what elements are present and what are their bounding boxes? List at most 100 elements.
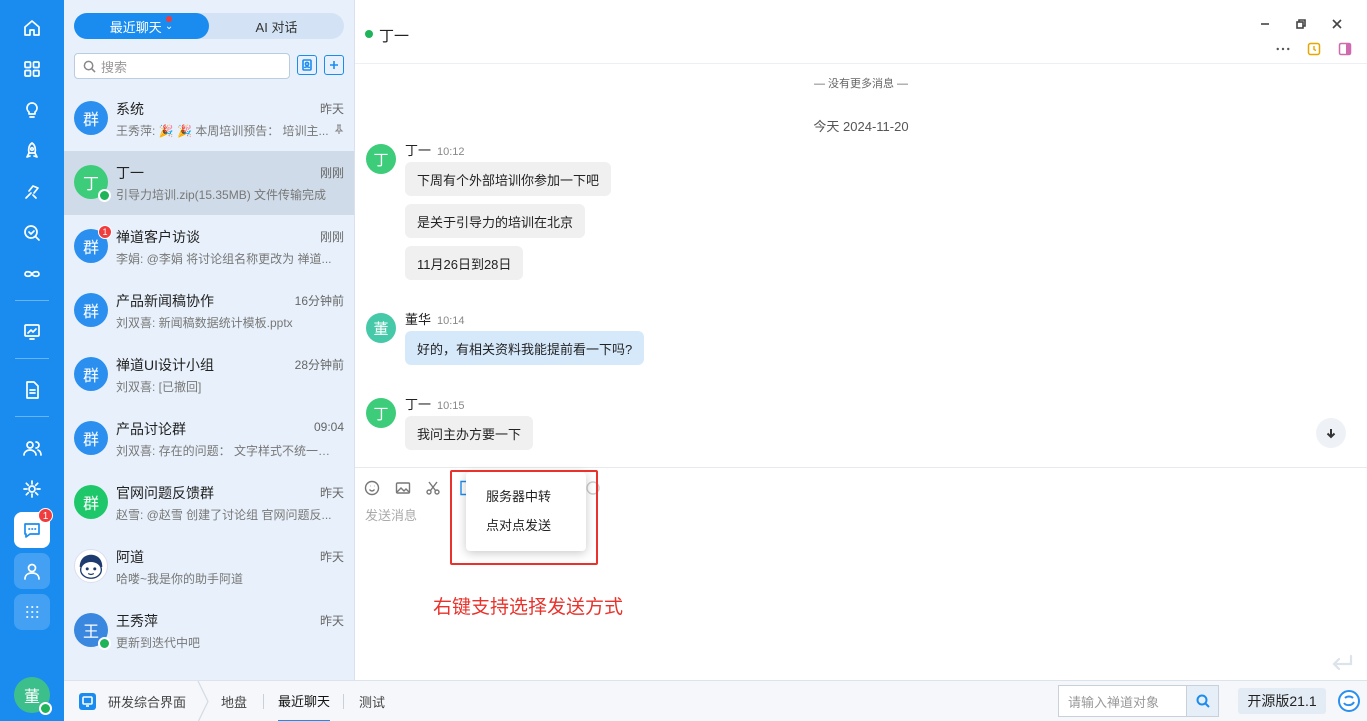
conversation-header: 丁一 (355, 0, 1367, 64)
image-icon[interactable] (394, 479, 412, 497)
more-apps-icon[interactable] (14, 594, 50, 630)
tab-ai-chat[interactable]: AI 对话 (209, 13, 344, 39)
rail-divider (15, 300, 49, 301)
app-window: 1 董 最近聊天 ⌄ AI 对话 搜索 群系统 昨天 王秀萍: 🎉 🎉 本周培训预告：… (0, 0, 1367, 721)
nav-rail: 1 董 (0, 0, 64, 721)
chat-time: 刚刚 (319, 230, 344, 244)
sidebar-toggle-icon[interactable] (1336, 40, 1354, 58)
annotation-caption: 右键支持选择发送方式 (433, 597, 624, 618)
rail-divider (15, 416, 49, 417)
message-avatar[interactable]: 丁 (366, 144, 396, 174)
message-area: — 没有更多消息 — 今天 2024-11-20 丁丁一 10:12 下周有个外部培… (355, 64, 1367, 467)
online-status-icon (39, 702, 52, 715)
contact-book-button[interactable] (297, 55, 317, 75)
chat-avatar: 群 (74, 101, 108, 135)
settings-gear-icon[interactable] (14, 471, 50, 507)
message-bubble[interactable]: 我问主办方要一下 (405, 416, 534, 450)
chat-search-input[interactable]: 搜索 (74, 53, 290, 79)
chat-list-item[interactable]: 群产品新闻稿协作 16分钟前 刘双喜: 新闻稿数据统计模板.pptx (64, 279, 354, 343)
chat-name: 官网问题反馈群 (116, 485, 214, 501)
chevron-down-icon: ⌄ (164, 20, 174, 32)
rail-divider (15, 358, 49, 359)
send-enter-icon[interactable] (1331, 654, 1353, 672)
pin-icon (334, 124, 344, 134)
bottom-status-bar: 研发综合界面 地盘 最近聊天 测试 请输入禅道对象 开源版21.1 (64, 680, 1367, 721)
tab-recent-chats[interactable]: 最近聊天 ⌄ (74, 13, 209, 39)
chat-preview: 刘双喜: 新闻稿数据统计模板.pptx (116, 316, 293, 330)
reminder-bell-icon[interactable] (1305, 40, 1323, 58)
date-divider: 今天 2024-11-20 (813, 119, 909, 134)
apps-grid-icon[interactable] (14, 51, 50, 87)
lightbulb-icon[interactable] (14, 92, 50, 128)
minimize-icon[interactable] (1256, 15, 1274, 33)
tab-dashboard[interactable]: 地盘 (221, 681, 247, 721)
tab-test[interactable]: 测试 (359, 681, 385, 721)
message-time: 10:14 (437, 315, 465, 327)
message-avatar[interactable]: 董 (366, 313, 396, 343)
more-options-icon[interactable] (1274, 40, 1292, 58)
robot-icon (79, 554, 103, 579)
team-icon[interactable] (14, 430, 50, 466)
message-bubble[interactable]: 是关于引导力的培训在北京 (405, 204, 586, 238)
chat-preview: 李娟: @李娟 将讨论组名称更改为 禅道... (116, 252, 332, 266)
chat-avatar: 丁 (74, 165, 111, 202)
message-bubble[interactable]: 下周有个外部培训你参加一下吧 (405, 162, 612, 196)
chat-preview: 更新到迭代中吧 (116, 636, 201, 650)
infinity-icon[interactable] (14, 256, 50, 292)
emoji-icon[interactable] (363, 479, 381, 497)
home-icon[interactable] (14, 10, 50, 46)
message-bubble[interactable]: 11月26日到28日 (405, 246, 524, 280)
chat-list-item[interactable]: 王王秀萍 昨天 更新到迭代中吧 (64, 599, 354, 663)
unread-dot (166, 16, 172, 22)
message-sender: 丁一 10:15 (405, 397, 465, 412)
chat-list-item[interactable]: 群禅道UI设计小组 28分钟前 刘双喜: [已撤回] (64, 343, 354, 407)
chat-time: 刚刚 (319, 166, 344, 180)
message-input[interactable]: 发送消息 (365, 505, 417, 524)
dashboard-chart-icon[interactable] (14, 314, 50, 350)
chat-list-item[interactable]: 阿道 昨天 哈喽~我是你的助手阿道 (64, 535, 354, 599)
message-badge: 1 (38, 508, 53, 523)
close-icon[interactable] (1328, 15, 1346, 33)
chat-avatar: 群 (74, 357, 108, 391)
screenshot-scissors-icon[interactable] (424, 479, 442, 497)
rocket-icon[interactable] (14, 133, 50, 169)
sprint-icon[interactable] (14, 174, 50, 210)
workspace-name[interactable]: 研发综合界面 (108, 681, 186, 721)
conversation-panel: 丁一 — 没有更多消息 — 今天 2024-11-20 丁丁一 10:12 下周有个… (355, 0, 1367, 680)
search-bug-icon[interactable] (14, 215, 50, 251)
online-status-icon (365, 30, 373, 38)
chat-avatar: 群 (74, 421, 108, 455)
my-avatar[interactable]: 董 (14, 677, 52, 715)
message-bubble[interactable]: 好的，有相关资料我能提前看一下吗? (405, 331, 645, 365)
chat-list-item[interactable]: 群 1 禅道客户访谈 刚刚李娟: @李娟 将讨论组名称更改为 禅道... (64, 215, 354, 279)
scroll-to-bottom-button[interactable] (1316, 418, 1346, 448)
chat-time: 16分钟前 (294, 294, 344, 308)
edition-badge[interactable]: 开源版21.1 (1238, 688, 1326, 714)
restore-window-icon[interactable] (1292, 15, 1310, 33)
message-icon[interactable]: 1 (14, 508, 53, 548)
message-avatar[interactable]: 丁 (366, 398, 396, 428)
search-button[interactable] (1186, 685, 1219, 717)
tab-recent-chats-status[interactable]: 最近聊天 (278, 681, 331, 721)
chat-time: 昨天 (319, 102, 344, 116)
chat-name: 禅道客户访谈 (116, 229, 200, 245)
chat-list-item[interactable]: 群官网问题反馈群 昨天 赵雪: @赵雪 创建了讨论组 官网问题反... (64, 471, 354, 535)
unread-badge: 1 (98, 225, 112, 239)
add-chat-button[interactable] (324, 55, 344, 75)
chat-list-item[interactable]: 丁丁一 刚刚 引导力培训.zip(15.35MB) 文件传输完成 (64, 151, 354, 215)
document-icon[interactable] (14, 372, 50, 408)
chat-avatar: 群1 (74, 225, 112, 263)
chat-list-item[interactable]: 群系统 昨天 王秀萍: 🎉 🎉 本周培训预告： 培训主... (64, 87, 354, 151)
chat-name: 产品讨论群 (116, 421, 186, 437)
contacts-icon[interactable] (14, 553, 50, 589)
chat-list-item[interactable]: 群产品讨论群 09:04 刘双喜: 存在的问题： 文字样式不统一；... (64, 407, 354, 471)
chat-avatar (74, 549, 108, 583)
chat-time: 28分钟前 (294, 358, 344, 372)
zentao-logo-icon[interactable] (1338, 690, 1360, 712)
chat-name: 系统 (116, 101, 144, 117)
chat-time: 昨天 (319, 486, 344, 500)
annotation-highlight-box (450, 470, 598, 565)
chat-name: 阿道 (116, 549, 144, 565)
chat-avatar: 群 (74, 485, 108, 519)
chat-name: 丁一 (116, 165, 144, 181)
